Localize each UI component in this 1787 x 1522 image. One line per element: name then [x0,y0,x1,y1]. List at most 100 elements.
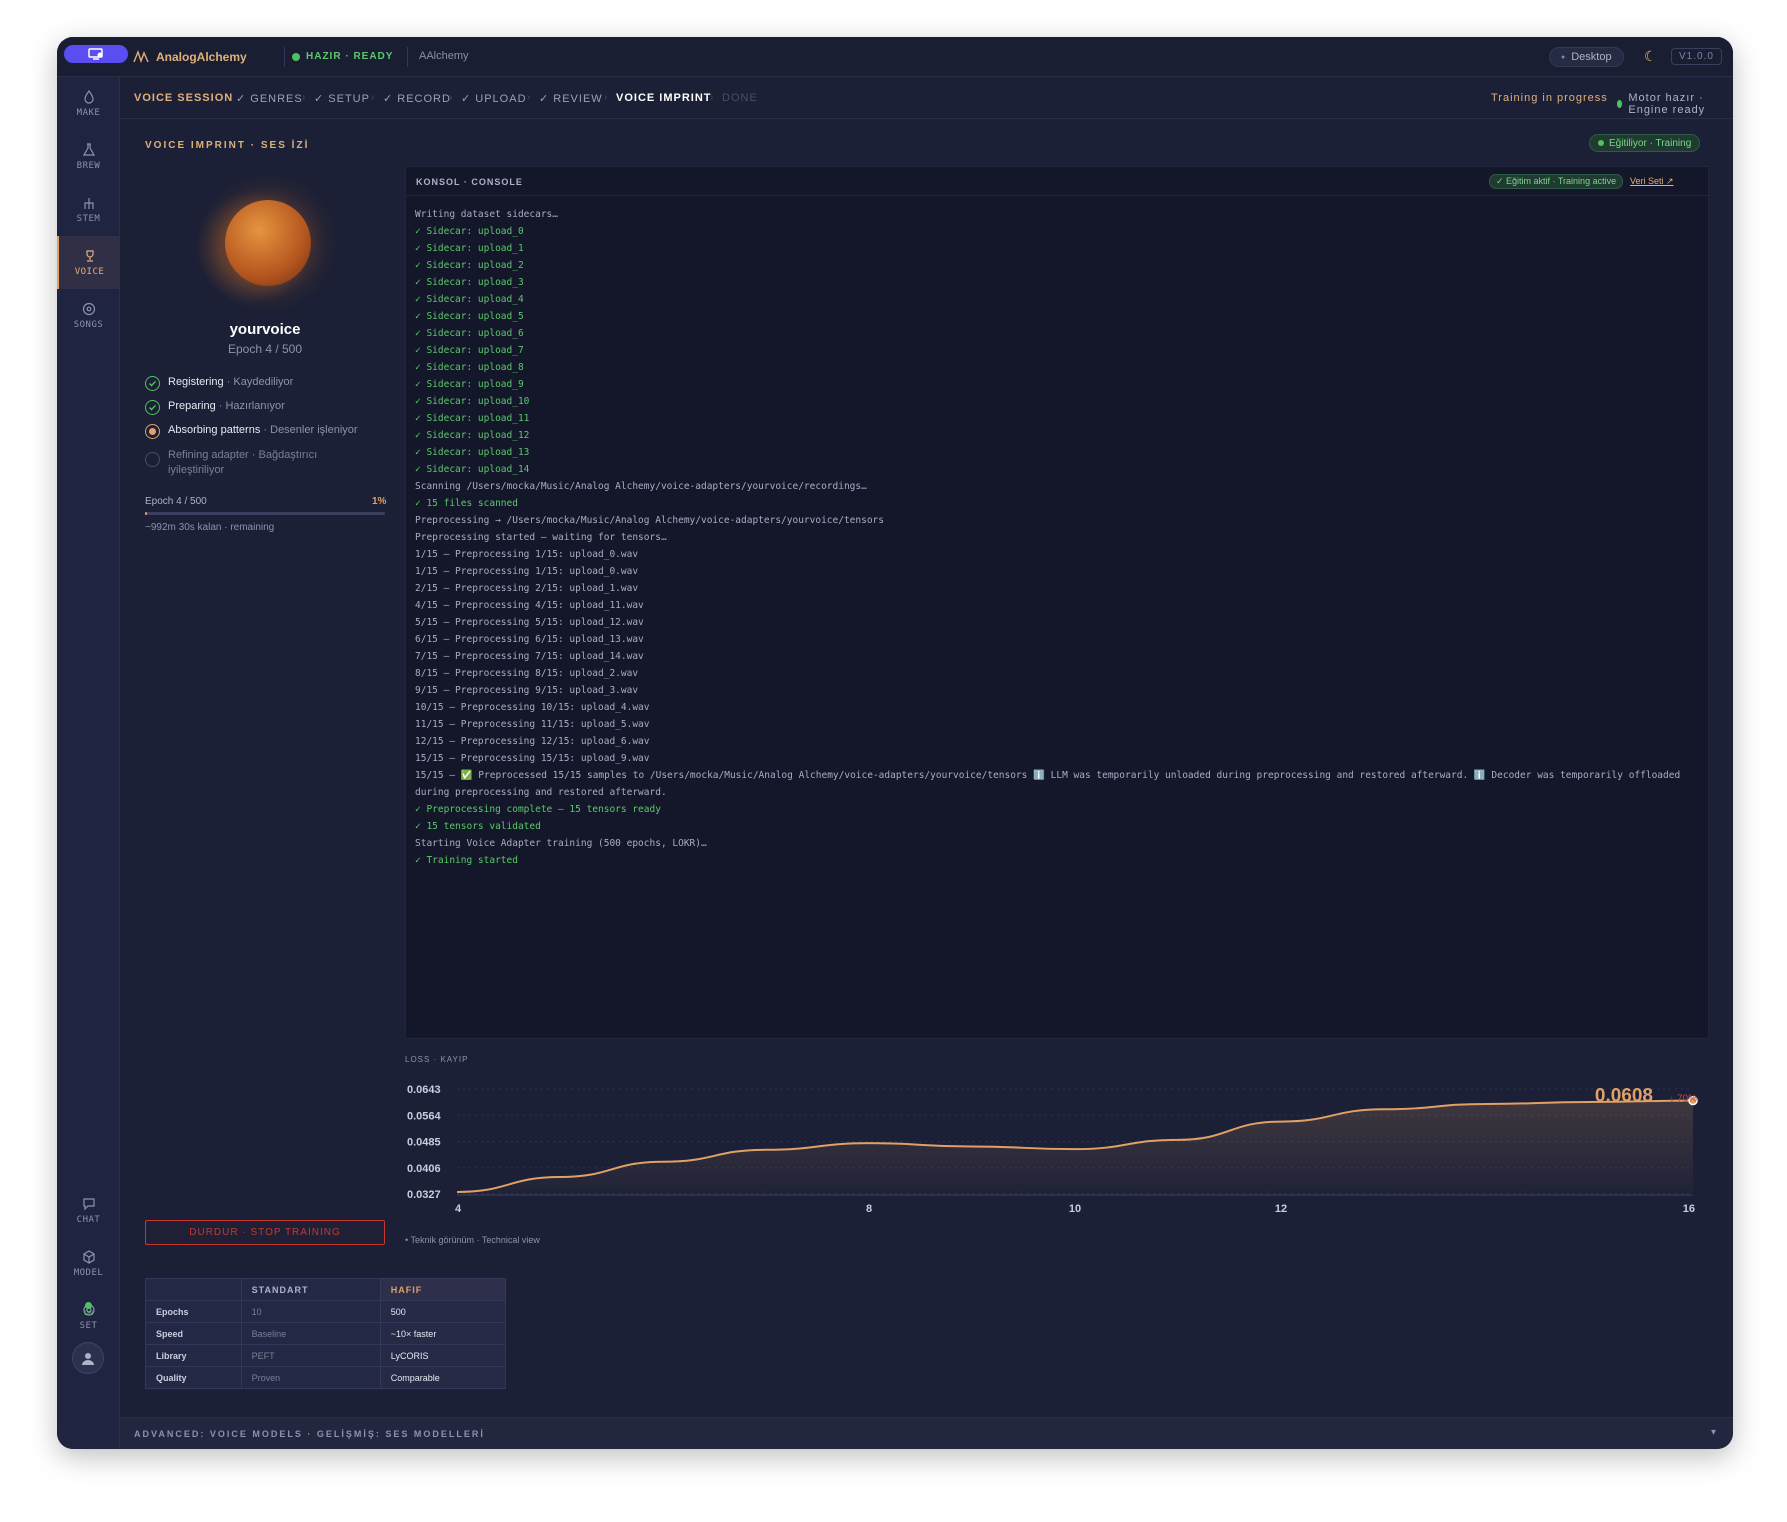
sidebar-item-label: BREW [76,160,101,171]
trophy-icon [85,249,94,262]
epoch-progress-bar [145,512,385,515]
chevron-right-icon: › [449,92,454,103]
console-line: Preprocessing → /Users/mocka/Music/Analo… [415,515,884,526]
table-header-cell [145,1278,242,1301]
x-tick-label: 16 [1683,1203,1695,1215]
phase-label: Refining adapter [168,449,249,461]
step-review[interactable]: ✓ REVIEW [539,92,603,105]
console-line: ✓ Sidecar: upload_0 [415,226,524,237]
console-line: 9/15 — Preprocessing 9/15: upload_3.wav [415,685,639,696]
divider [407,47,408,67]
table-row: Epochs 10 500 [145,1300,507,1323]
sidebar-item-make[interactable]: MAKE [57,77,120,130]
sidebar-item-model[interactable]: MODEL [57,1237,120,1290]
workspace-name: AAlchemy [419,50,469,62]
table-header-cell: STANDART [240,1278,381,1301]
advanced-voice-models-toggle[interactable]: ADVANCED: VOICE MODELS · GELİŞMİŞ: SES M… [120,1417,1733,1449]
training-active-badge: ✓ Eğitim aktif · Training active [1489,174,1624,189]
droplet-icon [83,89,94,104]
console-line: 4/15 — Preprocessing 4/15: upload_11.wav [415,600,644,611]
dot-icon: ● [1561,53,1566,61]
y-tick-label: 0.0564 [407,1110,442,1122]
disc-icon [82,302,95,315]
sidebar-item-label: SONGS [73,319,104,330]
console-line: ✓ Sidecar: upload_10 [415,396,530,407]
phase-refining: Refining adapter · Bağdaştırıcı iyileşti… [145,448,385,478]
console-line: Preprocessing started — waiting for tens… [415,532,667,543]
comparison-table: STANDART HAFIF Epochs 10 500 Speed Basel… [145,1278,507,1389]
console-line: ✓ Sidecar: upload_1 [415,243,524,254]
console-line: ✓ Sidecar: upload_4 [415,294,524,305]
chevron-right-icon: › [604,92,609,103]
sidebar-item-label: MAKE [76,107,101,118]
ready-status-label: HAZIR · READY [306,51,394,62]
status-dot-icon [85,1302,92,1309]
step-session: VOICE SESSION [134,92,234,104]
y-tick-label: 0.0327 [407,1189,441,1201]
sidebar-item-chat[interactable]: CHAT [57,1184,120,1237]
table-cell: Epochs [145,1300,242,1323]
console-line: ✓ Sidecar: upload_9 [415,379,524,390]
stop-training-button[interactable]: DURDUR · STOP TRAINING [145,1220,385,1245]
active-dot-icon [145,424,160,439]
table-row: Library PEFT LyCORIS [145,1344,507,1367]
check-circle-icon [145,376,160,391]
table-cell: 500 [379,1300,507,1323]
step-setup[interactable]: ✓ SETUP [314,92,370,105]
sidebar-item-songs[interactable]: SONGS [57,289,120,342]
console-line: ✓ Sidecar: upload_3 [415,277,524,288]
console-line: 8/15 — Preprocessing 8/15: upload_2.wav [415,668,639,679]
chat-icon [82,1197,95,1210]
console-line: ✓ Sidecar: upload_2 [415,260,524,271]
table-cell: Library [145,1344,242,1367]
console-line: ✓ Training started [415,855,518,866]
status-dot-icon [1598,140,1604,146]
step-genres[interactable]: ✓ GENRES [236,92,303,105]
console-line: 15/15 — Preprocessing 15/15: upload_9.wa… [415,753,650,764]
sidebar-item-label: MODEL [73,1267,104,1278]
console-line: 7/15 — Preprocessing 7/15: upload_14.wav [415,651,644,662]
dataset-link[interactable]: Veri Seti ↗ [1630,176,1674,187]
user-avatar[interactable] [72,1342,104,1374]
sidebar-item-voice[interactable]: VOICE [57,236,120,289]
sidebar-item-label: SET [79,1320,98,1331]
phase-sublabel: · Kaydediliyor [223,376,294,388]
app-name: AnalogAlchemy [156,50,247,64]
table-cell: Comparable [379,1366,507,1389]
console-line: ✓ Sidecar: upload_12 [415,430,530,441]
theme-toggle-moon-icon[interactable]: ☾ [1644,48,1657,65]
phase-preparing: Preparing · Hazırlanıyor [145,400,385,415]
console-line: 5/15 — Preprocessing 5/15: upload_12.wav [415,617,644,628]
phase-sublabel: · Hazırlanıyor [215,400,285,412]
step-record[interactable]: ✓ RECORD [383,92,451,105]
training-status-text: Training in progress [1491,92,1608,104]
table-cell: PEFT [240,1344,381,1367]
workspace-switcher-button[interactable] [64,45,128,63]
chevron-right-icon: › [371,92,376,103]
empty-circle-icon [145,452,160,467]
x-tick-label: 12 [1275,1203,1287,1215]
sidebar-item-stem[interactable]: STEM [57,183,120,236]
table-header-row: STANDART HAFIF [145,1278,507,1301]
x-tick-label: 8 [866,1203,872,1215]
console-line: ✓ Preprocessing complete — 15 tensors re… [415,804,661,815]
y-tick-label: 0.0406 [407,1163,441,1175]
technical-view-toggle[interactable]: • Teknik görünüm · Technical view [405,1235,540,1245]
loss-area [457,1100,1693,1194]
table-cell: 10 [240,1300,381,1323]
advanced-label: ADVANCED: VOICE MODELS · GELİŞMİŞ: SES M… [134,1429,485,1439]
x-tick-label: 10 [1069,1203,1081,1215]
desktop-mode-button[interactable]: ● Desktop [1549,47,1624,67]
console-line: 1/15 — Preprocessing 1/15: upload_0.wav [415,566,639,577]
top-bar: AnalogAlchemy HAZIR · READY AAlchemy ● De… [57,37,1733,77]
console-line: ✓ Sidecar: upload_13 [415,447,530,458]
step-upload[interactable]: ✓ UPLOAD [461,92,527,105]
console-line: ✓ Sidecar: upload_5 [415,311,524,322]
console-line: Starting Voice Adapter training (500 epo… [415,838,707,849]
console-line: 1/15 — Preprocessing 1/15: upload_0.wav [415,549,639,560]
phase-label: Registering [168,376,224,388]
epoch-progress-percent: 1% [372,496,387,507]
console-line: 15/15 — ✅ Preprocessed 15/15 samples to … [415,770,1686,798]
engine-status: Motor hazır · Engine ready [1617,92,1733,116]
sidebar-item-brew[interactable]: BREW [57,130,120,183]
